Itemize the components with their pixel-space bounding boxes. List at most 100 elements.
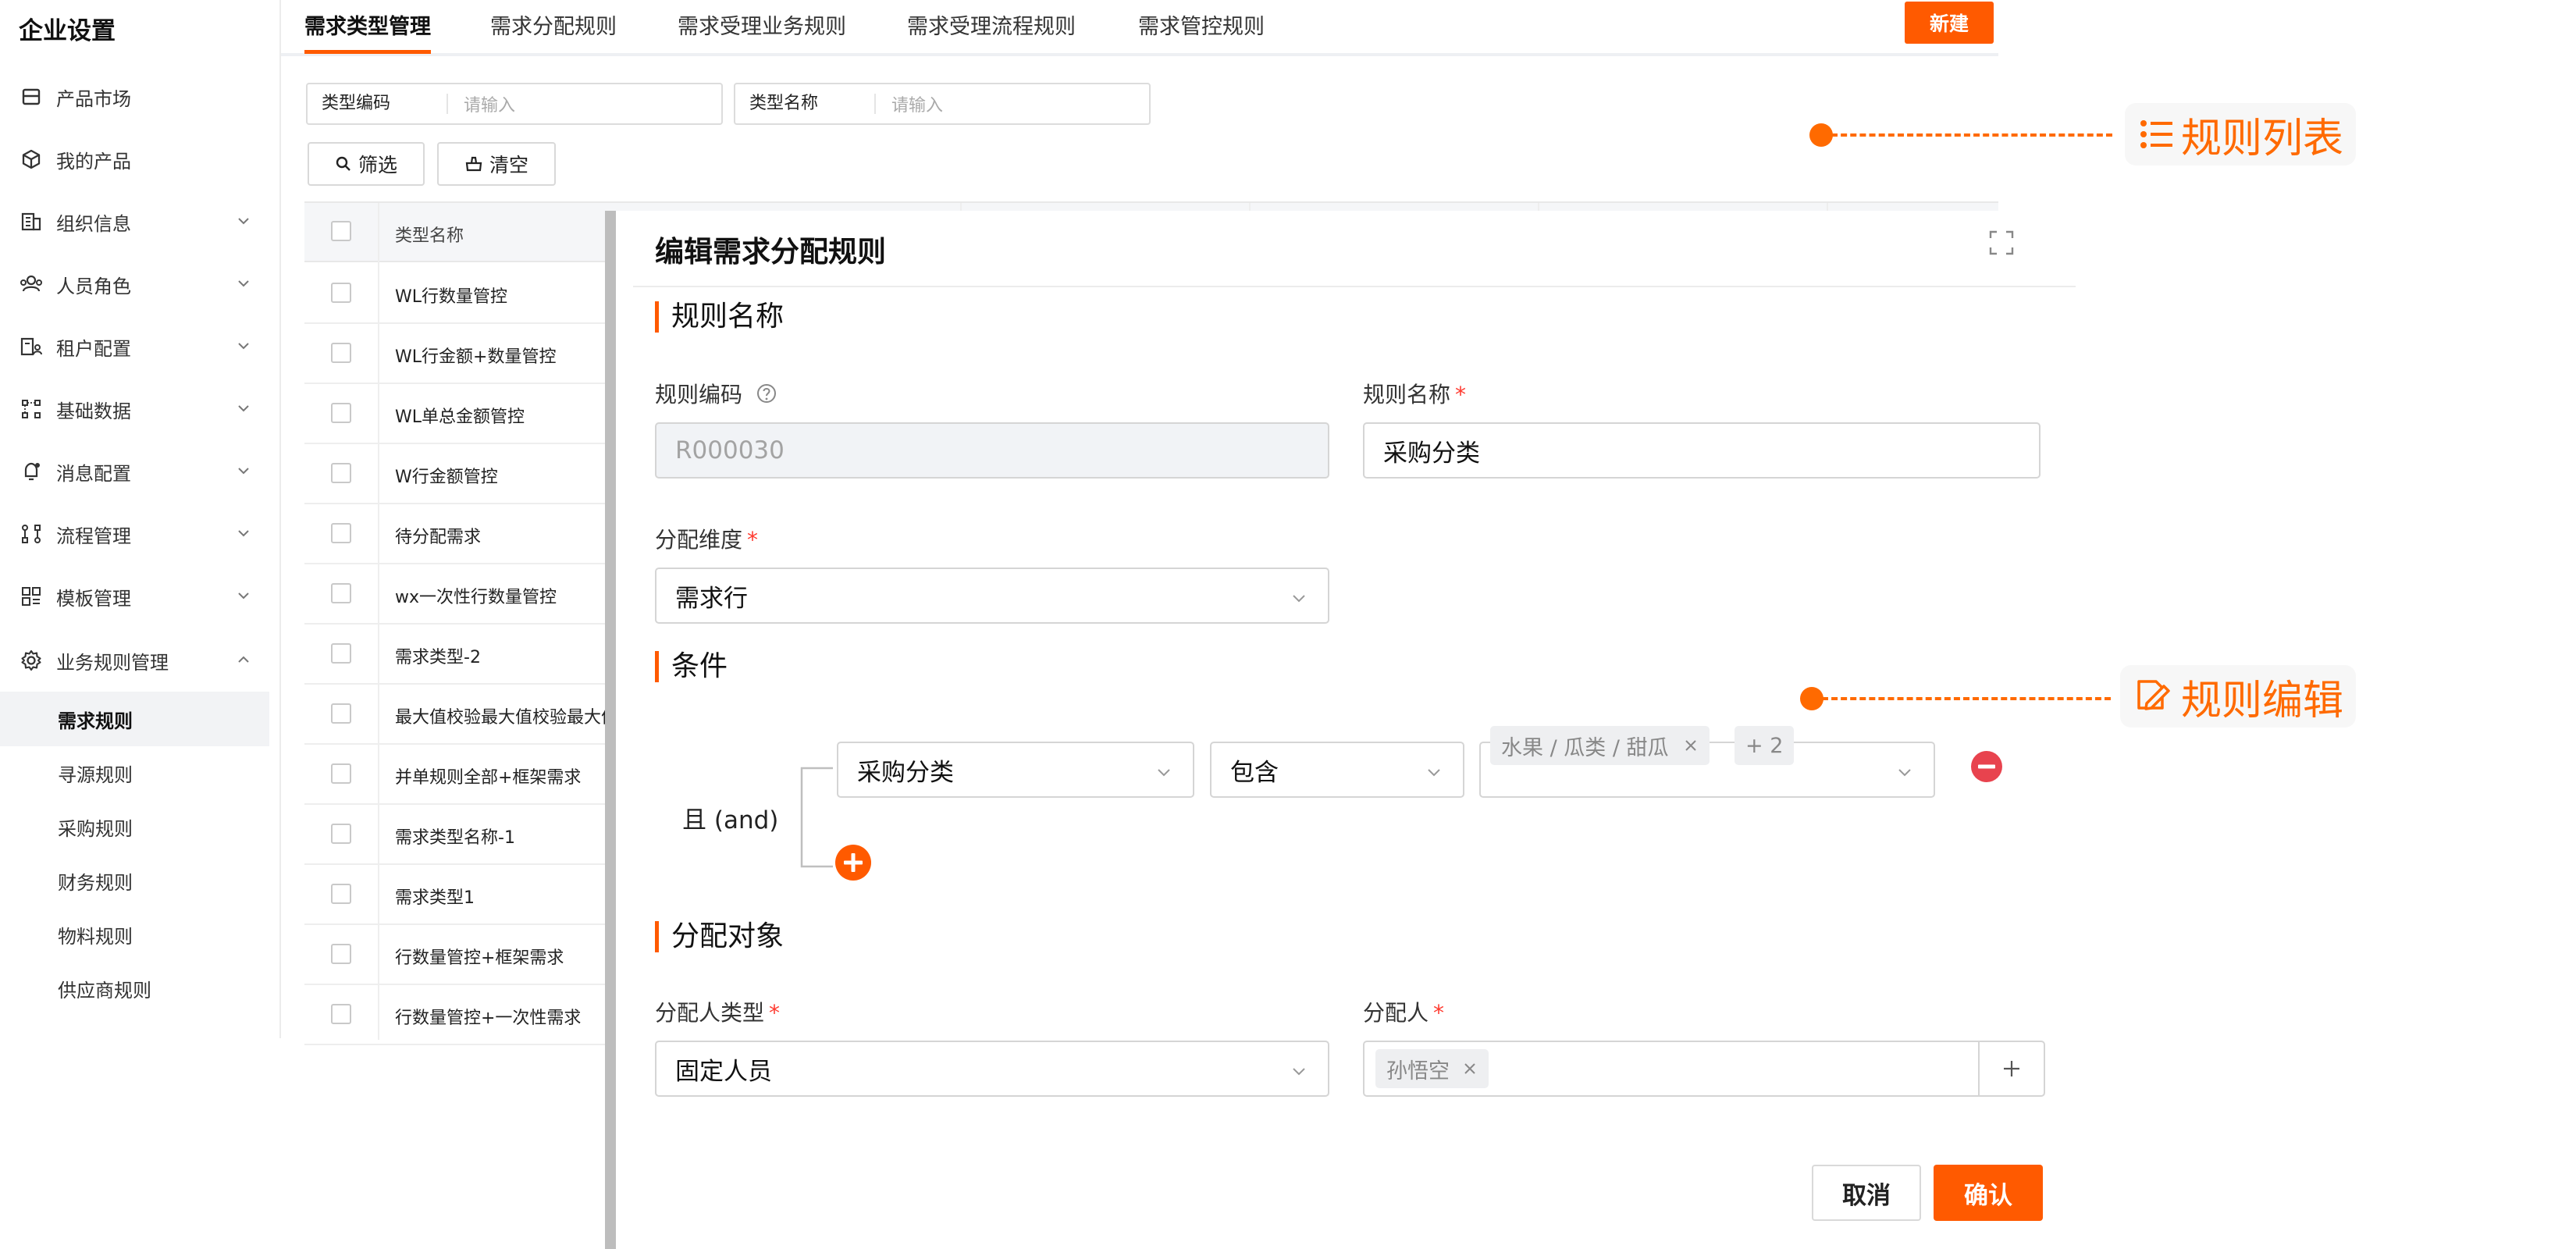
sidebar-item-label: 组织信息 (56, 212, 131, 235)
filter-label: 类型编码 (308, 94, 448, 114)
sidebar-subitem-demand-rules[interactable]: 需求规则 (0, 692, 269, 746)
row-checkbox[interactable] (331, 884, 351, 904)
chevron-down-icon (238, 218, 249, 225)
row-checkbox[interactable] (331, 703, 351, 724)
new-button[interactable]: 新建 (1905, 2, 1994, 44)
tab-demand-control-rules[interactable]: 需求管控规则 (1138, 9, 1265, 40)
dimension-label: 分配维度 * (655, 527, 759, 553)
chevron-down-icon (1293, 1068, 1305, 1076)
help-icon[interactable] (756, 383, 777, 404)
chevron-down-icon (1293, 595, 1305, 603)
logic-and-label[interactable]: 且 (and) (682, 800, 778, 835)
plus-icon (2004, 1061, 2019, 1076)
sidebar-subitem-material-rules[interactable]: 物料规则 (0, 907, 269, 962)
sidebar-subitem-finance-rules[interactable]: 财务规则 (0, 853, 269, 908)
type-name-input[interactable]: 请输入 (876, 91, 943, 116)
condition-more-tag[interactable]: + 2 (1735, 726, 1795, 765)
condition-operator-select[interactable]: 包含 (1210, 742, 1464, 798)
sidebar-item-my-products[interactable]: 我的产品 (0, 128, 269, 190)
template-icon (19, 584, 44, 609)
rule-name-input[interactable]: 采购分类 (1363, 422, 2041, 479)
filter-button[interactable]: 筛选 (308, 142, 425, 186)
assignee-type-select[interactable]: 固定人员 (655, 1041, 1329, 1097)
row-checkbox[interactable] (331, 1004, 351, 1024)
rule-code-label: 规则编码 (655, 378, 777, 409)
section-allocation-target: 分配对象 (655, 921, 784, 952)
select-all-checkbox[interactable] (331, 221, 351, 241)
type-code-filter[interactable]: 类型编码 请输入 (306, 83, 723, 125)
edit-document-icon (2137, 680, 2170, 710)
condition-operator-value: 包含 (1230, 758, 1279, 787)
tab-demand-type-management[interactable]: 需求类型管理 (304, 9, 431, 40)
broom-icon (465, 156, 482, 172)
condition-value-tag[interactable]: 水果 / 瓜类 / 甜瓜 (1490, 726, 1710, 765)
sidebar-title: 企业设置 (19, 17, 116, 45)
chevron-down-icon (1898, 769, 1911, 777)
annotation-rule-list: 规则列表 (2125, 103, 2357, 165)
assignee-tag[interactable]: 孙悟空 (1375, 1049, 1489, 1088)
remove-condition-icon[interactable] (1969, 749, 2004, 784)
fullscreen-icon[interactable] (1988, 230, 2015, 256)
chevron-down-icon (238, 280, 249, 287)
sidebar-item-business-rules[interactable]: 业务规则管理 (0, 629, 269, 692)
sidebar-item-label: 基础数据 (56, 400, 131, 422)
assignee-input[interactable]: 孙悟空 (1363, 1041, 2045, 1097)
type-name-cell: 最大值校验最大值校验最大值 (395, 708, 619, 728)
cube-icon (19, 147, 44, 172)
confirm-button[interactable]: 确认 (1934, 1165, 2043, 1221)
section-condition: 条件 (655, 651, 728, 682)
type-name-cell: WL行数量管控 (395, 287, 508, 307)
tab-demand-allocation-rules[interactable]: 需求分配规则 (490, 9, 617, 40)
close-icon[interactable] (1462, 1061, 1478, 1076)
edit-allocation-rule-dialog: 编辑需求分配规则 规则名称 规则编码 R000030 规则名称 * 采购分类 分配… (605, 211, 2076, 1249)
annotation-dot (1800, 687, 1823, 710)
sidebar-item-product-market[interactable]: 产品市场 (0, 66, 269, 128)
condition-value-tag-label: 水果 / 瓜类 / 甜瓜 (1501, 735, 1669, 760)
row-checkbox[interactable] (331, 643, 351, 664)
sidebar-subitem-purchase-rules[interactable]: 采购规则 (0, 799, 269, 854)
row-checkbox[interactable] (331, 283, 351, 303)
row-checkbox[interactable] (331, 343, 351, 363)
type-name-filter[interactable]: 类型名称 请输入 (734, 83, 1151, 125)
filter-label: 类型名称 (735, 94, 876, 114)
condition-field-select[interactable]: 采购分类 (837, 742, 1194, 798)
row-checkbox[interactable] (331, 824, 351, 844)
chevron-up-icon (238, 656, 249, 663)
row-checkbox[interactable] (331, 523, 351, 543)
clear-button[interactable]: 清空 (437, 142, 556, 186)
sidebar-item-label: 产品市场 (56, 87, 131, 110)
sidebar-item-label: 我的产品 (56, 150, 131, 173)
section-rule-name: 规则名称 (655, 301, 784, 333)
cancel-button[interactable]: 取消 (1812, 1165, 1921, 1221)
assignee-tag-label: 孙悟空 (1386, 1059, 1450, 1084)
row-checkbox[interactable] (331, 463, 351, 483)
sidebar-subitem-sourcing-rules[interactable]: 寻源规则 (0, 745, 269, 800)
sidebar-subitem-supplier-rules[interactable]: 供应商规则 (0, 961, 269, 1016)
sidebar-item-org-info[interactable]: 组织信息 (0, 190, 269, 253)
sidebar-item-tenant-config[interactable]: 租户配置 (0, 315, 269, 378)
search-icon (336, 156, 350, 171)
sidebar-item-people-roles[interactable]: 人员角色 (0, 253, 269, 315)
rule-name-label: 规则名称 * (1363, 382, 1467, 407)
logic-bracket (800, 767, 833, 868)
sidebar-item-basic-data[interactable]: 基础数据 (0, 378, 269, 440)
row-checkbox[interactable] (331, 944, 351, 964)
add-assignee-button[interactable] (1978, 1042, 2044, 1095)
add-condition-icon[interactable] (834, 843, 873, 882)
annotation-dot (1809, 123, 1833, 147)
type-name-cell: 行数量管控+一次性需求 (395, 1009, 582, 1028)
sidebar-item-message-config[interactable]: 消息配置 (0, 440, 269, 503)
sidebar-item-flow-management[interactable]: 流程管理 (0, 503, 269, 565)
tab-demand-acceptance-business-rules[interactable]: 需求受理业务规则 (678, 9, 846, 40)
dimension-value: 需求行 (675, 584, 748, 613)
type-code-input[interactable]: 请输入 (448, 91, 515, 116)
row-checkbox[interactable] (331, 403, 351, 423)
tab-demand-acceptance-flow-rules[interactable]: 需求受理流程规则 (907, 9, 1076, 40)
sidebar-item-label: 流程管理 (56, 525, 131, 547)
dimension-select[interactable]: 需求行 (655, 568, 1329, 624)
close-icon[interactable] (1683, 738, 1699, 753)
sidebar-item-template-management[interactable]: 模板管理 (0, 565, 269, 628)
dialog-title: 编辑需求分配规则 (655, 235, 886, 269)
row-checkbox[interactable] (331, 763, 351, 784)
row-checkbox[interactable] (331, 583, 351, 603)
